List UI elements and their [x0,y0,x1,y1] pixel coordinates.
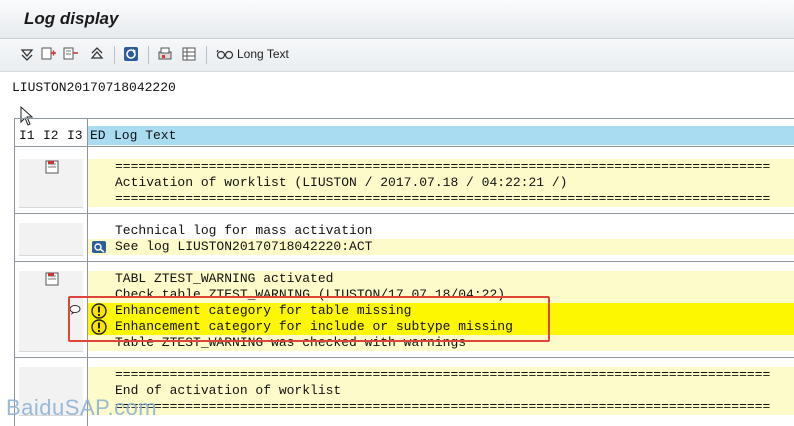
highlight-callout-box [68,296,550,342]
column-header-ed[interactable]: ED [90,128,106,143]
collapse-icon[interactable] [62,45,80,63]
toolbar: Long Text [0,39,794,72]
group-icon-cell [19,223,83,256]
log-line[interactable]: See log LIUSTON20170718042220:ACT [88,239,794,255]
group-icon-cell [19,159,83,208]
log-line[interactable]: Activation of worklist (LIUSTON / 2017.0… [88,175,794,191]
column-header-row: I1 I2 I3 ED Log Text [15,126,794,145]
log-name: LIUSTON20170718042220 [12,80,176,95]
message-folder-icon[interactable] [45,160,59,174]
column-header-i3[interactable]: I3 [67,128,83,143]
long-text-button[interactable]: Long Text [216,45,289,63]
expand-subtree-icon[interactable] [40,45,58,63]
log-grid: I1 I2 I3 ED Log Text ===================… [14,118,794,426]
collapse-all-icon[interactable] [88,45,106,63]
log-line[interactable]: Technical log for mass activation [88,223,794,239]
column-header-i1[interactable]: I1 [19,128,35,143]
message-folder-icon[interactable] [45,272,59,286]
glasses-icon [216,49,234,60]
log-line[interactable]: ========================================… [88,191,794,207]
layout-icon[interactable] [180,45,198,63]
log-link-icon[interactable] [91,239,107,255]
title-bar: Log display [0,0,794,39]
log-line[interactable]: End of activation of worklist [88,383,794,399]
column-header-log-text[interactable]: Log Text [114,128,176,143]
column-header-log-text-cell: ED Log Text [87,126,794,145]
refresh-icon[interactable] [122,45,140,63]
expand-all-icon[interactable] [18,45,36,63]
log-line[interactable]: ========================================… [88,367,794,383]
long-text-label: Long Text [237,47,289,61]
print-icon[interactable] [156,45,174,63]
watermark: BaiduSAP.com [6,395,158,420]
window-title: Log display [24,9,119,28]
log-line[interactable]: ========================================… [88,159,794,175]
column-header-i2[interactable]: I2 [43,128,59,143]
log-line[interactable]: ========================================… [88,399,794,415]
log-line[interactable]: TABL ZTEST_WARNING activated [88,271,794,287]
